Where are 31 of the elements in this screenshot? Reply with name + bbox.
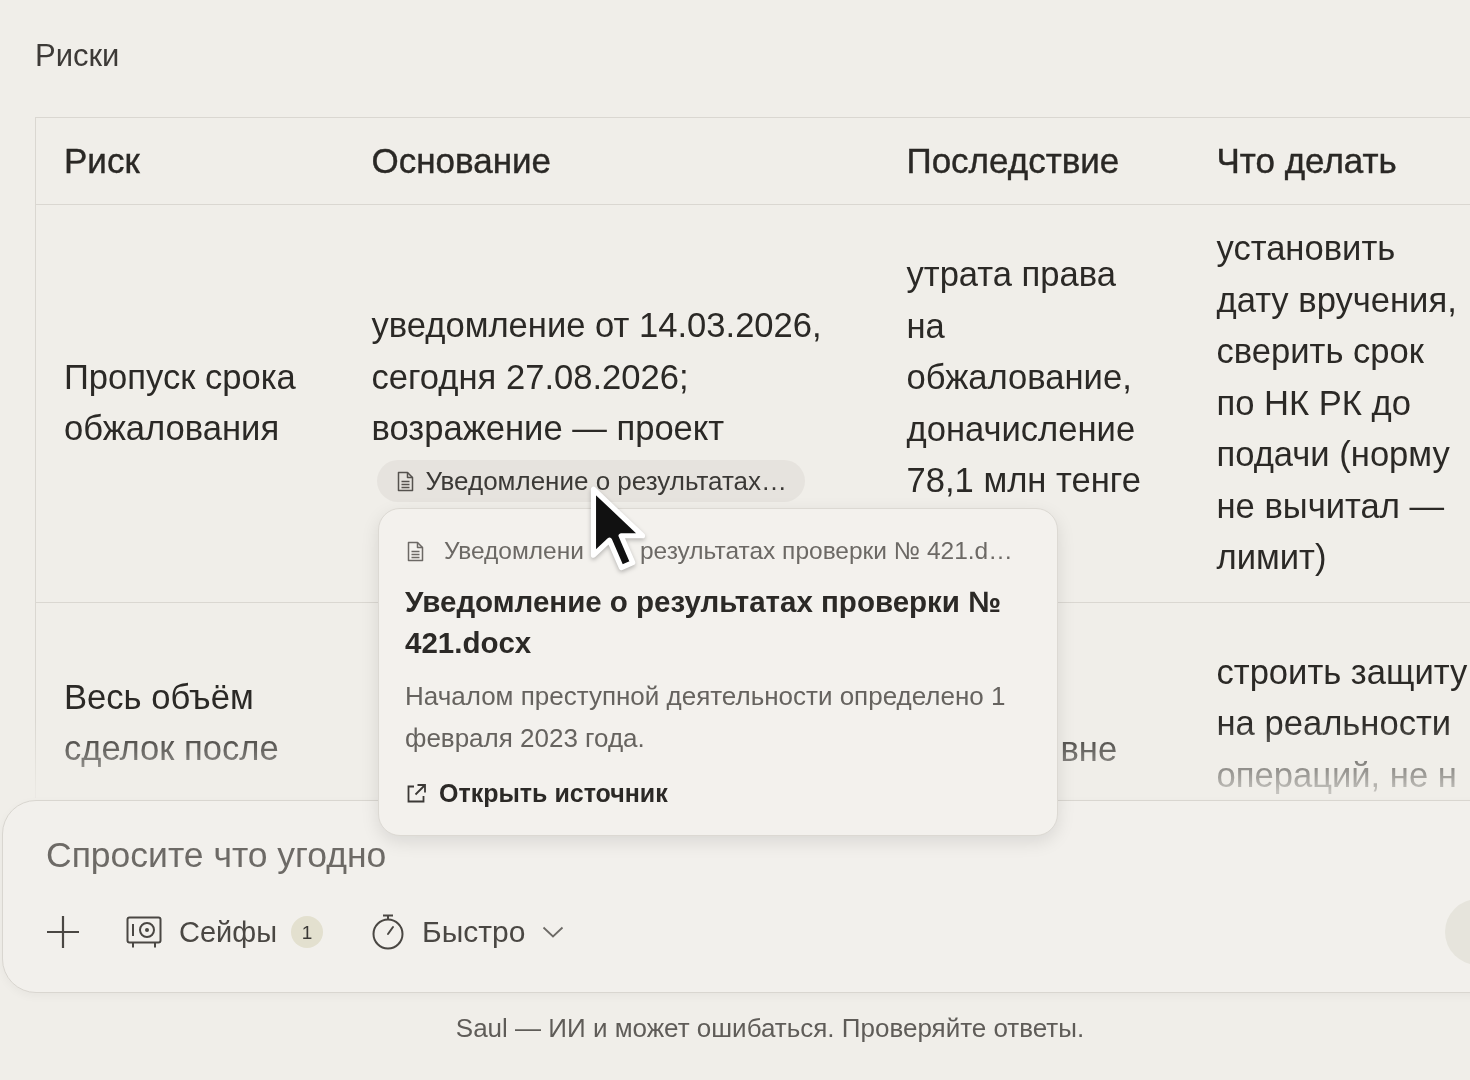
open-source-link[interactable]: Открыть источник bbox=[405, 775, 668, 813]
source-file-name: Уведомлени bbox=[444, 535, 584, 566]
table-cell-text: строить защиту на реальности операций, не н bbox=[1216, 651, 1469, 796]
column-header: Последствие bbox=[878, 117, 1189, 205]
column-header: Основание bbox=[343, 117, 879, 205]
table-cell-text: установить дату вручения, сверить срок по НК РК до подачи (норму не вычитал — лимит) bbox=[1216, 228, 1458, 578]
source-file-name: результатах проверки № 421.d… bbox=[639, 535, 1013, 566]
count-badge: 1 bbox=[291, 916, 323, 948]
add-button[interactable] bbox=[46, 915, 80, 949]
disclaimer-text: Saul — ИИ и может ошибаться. Проверяйте ответы. bbox=[455, 1013, 1085, 1043]
table-cell-text: вне bbox=[1060, 728, 1118, 770]
chevron-down-icon bbox=[542, 926, 565, 938]
file-icon bbox=[407, 540, 424, 562]
mode-dropdown[interactable]: Быстро bbox=[371, 914, 565, 950]
plus-icon bbox=[46, 915, 80, 949]
table-cell-text: Пропуск срока обжалования bbox=[64, 356, 297, 450]
table-cell-text: уведомление от 14.03.2026, сегодня 27.08.2026; возражение — проект bbox=[371, 305, 823, 450]
stopwatch-icon bbox=[371, 914, 405, 950]
table-cell-text: утрата права на обжалование, доначисление 78,1 млн тенге bbox=[906, 254, 1142, 501]
source-title: Уведомление о результатах проверки № 421.docx bbox=[405, 584, 1003, 661]
prompt-input[interactable]: Спросите что угодно bbox=[46, 831, 746, 881]
vaults-button[interactable]: Сейфы 1 bbox=[126, 915, 323, 949]
column-header: Риск bbox=[35, 117, 344, 205]
column-header: Что делать bbox=[1188, 117, 1470, 205]
file-icon bbox=[396, 470, 414, 492]
source-excerpt: Началом преступной деятельности определено 1 февраля 2023 года. bbox=[405, 680, 1007, 755]
source-chip[interactable]: Уведомление о результатах… bbox=[376, 460, 806, 503]
section-title: Риски bbox=[35, 38, 120, 74]
external-link-icon bbox=[405, 782, 427, 805]
table-cell-text: Весь объём сделок после bbox=[64, 676, 280, 769]
safe-icon bbox=[126, 915, 162, 949]
